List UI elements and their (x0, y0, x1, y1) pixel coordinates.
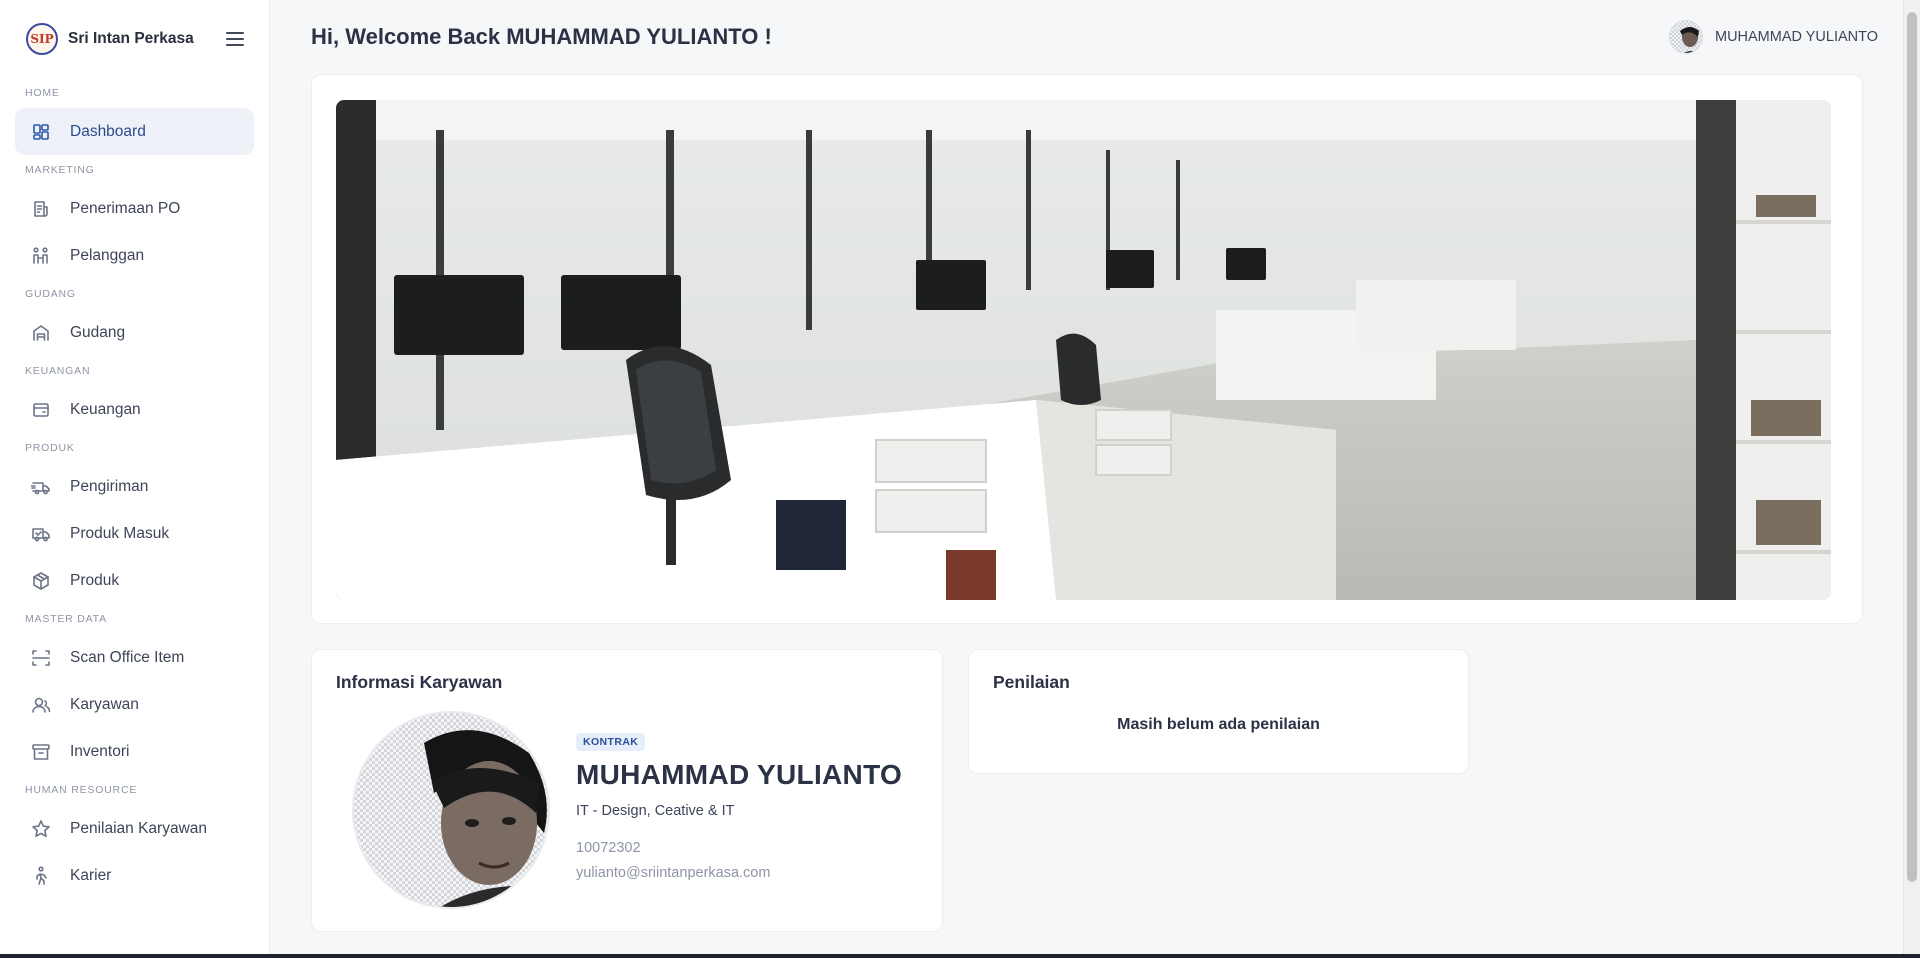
sidebar-item-karyawan[interactable]: Karyawan (15, 681, 254, 728)
sidebar-item-label: Karier (70, 866, 112, 884)
user-icon (31, 695, 51, 715)
empty-state-text: Masih belum ada penilaian (1117, 716, 1320, 733)
topbar: Hi, Welcome Back MUHAMMAD YULIANTO ! MUH… (271, 0, 1920, 74)
employee-department: IT - Design, Ceative & IT (576, 803, 735, 819)
sidebar-section-label: KEUANGAN (25, 365, 91, 377)
sidebar-section-label: MASTER DATA (25, 613, 107, 625)
brand: SIP Sri Intan Perkasa (0, 0, 269, 78)
sidebar-item-produk-masuk[interactable]: Produk Masuk (15, 510, 254, 557)
walk-icon (31, 865, 51, 886)
receipt-icon (31, 199, 51, 219)
sidebar-item-label: Scan Office Item (70, 648, 185, 666)
sidebar-section-label: HUMAN RESOURCE (25, 784, 138, 796)
sidebar-item-scan-office-item[interactable]: Scan Office Item (15, 634, 254, 681)
employee-email: yulianto@sriintanperkasa.com (576, 865, 771, 881)
star-icon (31, 819, 51, 839)
sidebar-item-label: Pengiriman (70, 477, 149, 495)
page-scrollbar[interactable] (1903, 0, 1920, 958)
scrollbar-thumb[interactable] (1907, 12, 1917, 882)
sidebar-item-label: Pelanggan (70, 246, 145, 264)
employee-details: KONTRAK MUHAMMAD YULIANTO IT - Design, C… (576, 732, 902, 881)
brand-name: Sri Intan Perkasa (68, 30, 194, 47)
truck-fast-icon (31, 477, 51, 497)
sidebar-item-label: Produk (70, 571, 120, 589)
truck-icon (31, 524, 51, 544)
sidebar-item-pelanggan[interactable]: Pelanggan (15, 232, 254, 279)
page-title: Hi, Welcome Back MUHAMMAD YULIANTO ! (311, 24, 772, 49)
hero-card (311, 74, 1863, 624)
sidebar-item-produk[interactable]: Produk (15, 557, 254, 604)
sidebar-item-label: Dashboard (70, 122, 146, 140)
sidebar-item-pengiriman[interactable]: Pengiriman (15, 463, 254, 510)
card-title: Informasi Karyawan (336, 672, 503, 692)
rating-card: Penilaian Masih belum ada penilaian (968, 649, 1469, 774)
employee-info-card: Informasi Karyawan KONTRAK MUHAMMAD YULI… (311, 649, 943, 932)
box-icon (31, 571, 51, 591)
sidebar-item-dashboard[interactable]: Dashboard (15, 108, 254, 155)
warehouse-icon (31, 323, 51, 343)
employee-id: 10072302 (576, 840, 641, 856)
user-menu[interactable]: MUHAMMAD YULIANTO (1668, 20, 1878, 54)
sidebar-item-penerimaan-po[interactable]: Penerimaan PO (15, 185, 254, 232)
customers-icon (31, 246, 51, 266)
sidebar-item-gudang[interactable]: Gudang (15, 309, 254, 356)
sidebar-item-penilaian-karyawan[interactable]: Penilaian Karyawan (15, 805, 254, 852)
sidebar-item-label: Karyawan (70, 695, 139, 713)
sidebar-item-label: Gudang (70, 323, 126, 341)
status-badge: KONTRAK (576, 733, 646, 751)
archive-icon (31, 742, 51, 762)
menu-toggle-icon[interactable] (223, 27, 247, 51)
sidebar-item-label: Inventori (70, 742, 130, 760)
sidebar-nav: HOME Dashboard MARKETING Penerimaan PO Pelan… (0, 78, 269, 899)
sidebar-section-label: HOME (25, 87, 60, 99)
company-logo[interactable]: SIP (26, 23, 58, 55)
sidebar-item-label: Keuangan (70, 400, 141, 418)
employee-name: MUHAMMAD YULIANTO (576, 759, 903, 790)
scan-icon (31, 648, 51, 668)
sidebar-section-label: PRODUK (25, 442, 75, 454)
sidebar-item-karier[interactable]: Karier (15, 852, 254, 899)
user-name[interactable]: MUHAMMAD YULIANTO (1715, 29, 1878, 45)
office-banner-image (336, 100, 1831, 600)
avatar[interactable] (1668, 20, 1703, 54)
employee-photo (352, 711, 550, 909)
sidebar-item-label: Penilaian Karyawan (70, 819, 208, 837)
sidebar-item-label: Produk Masuk (70, 524, 170, 542)
card-title: Penilaian (993, 672, 1070, 692)
sidebar-section-label: MARKETING (25, 164, 95, 176)
dashboard-icon (31, 122, 51, 142)
sidebar-item-keuangan[interactable]: Keuangan (15, 386, 254, 433)
sidebar-item-label: Penerimaan PO (70, 199, 181, 217)
wallet-icon (31, 400, 51, 420)
sidebar: SIP Sri Intan Perkasa HOME Dashboard MARKE… (0, 0, 270, 958)
window-bottom-edge (0, 954, 1920, 958)
main-content: Hi, Welcome Back MUHAMMAD YULIANTO ! MUH… (271, 0, 1920, 958)
sidebar-item-inventori[interactable]: Inventori (15, 728, 254, 775)
sidebar-section-label: GUDANG (25, 288, 76, 300)
